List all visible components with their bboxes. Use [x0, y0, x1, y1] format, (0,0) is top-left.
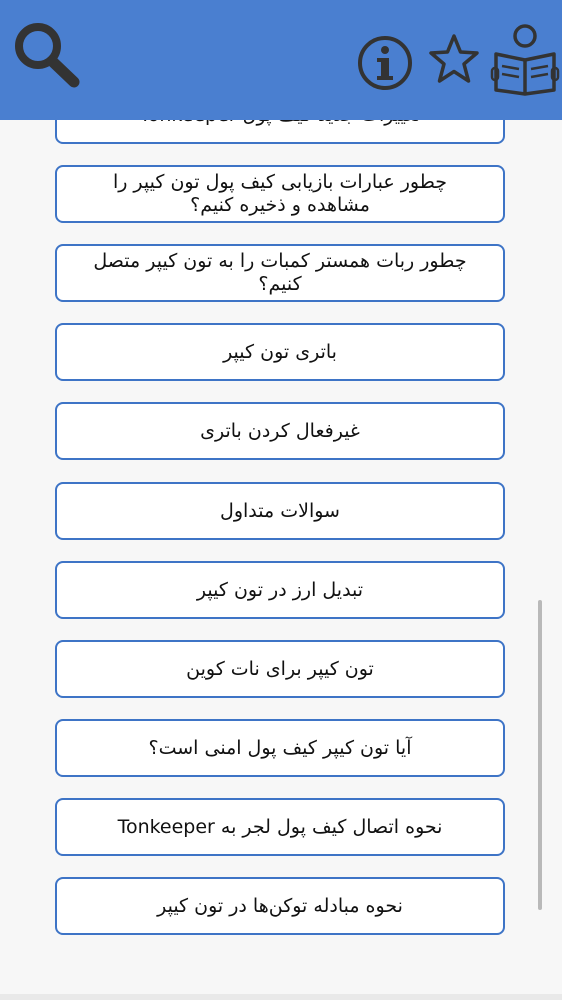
- list-item[interactable]: نحوه مبادله توکن‌ها در تون کیپر: [55, 877, 505, 935]
- search-icon[interactable]: [8, 18, 84, 90]
- list-item[interactable]: تبدیل ارز در تون کیپر: [55, 561, 505, 619]
- list-item[interactable]: آیا تون کیپر کیف پول امنی است؟: [55, 719, 505, 777]
- list-item[interactable]: تون کیپر برای نات کوین: [55, 640, 505, 698]
- list-item[interactable]: سوالات متداول: [55, 482, 505, 540]
- reader-book-icon[interactable]: [490, 22, 560, 96]
- list-item-label: باتری تون کیپر: [223, 340, 337, 363]
- bottom-edge: [0, 994, 562, 1000]
- star-icon[interactable]: [424, 30, 484, 90]
- info-icon[interactable]: [356, 34, 414, 92]
- list-item[interactable]: نحوه اتصال کیف پول لجر به Tonkeeper: [55, 798, 505, 856]
- scrollbar[interactable]: [538, 600, 542, 910]
- article-list: تغییرات جدید کیف پول Tonkeeper چطور عبار…: [0, 0, 562, 1000]
- list-item-label: چطور عبارات بازیابی کیف پول تون کیپر را …: [112, 171, 448, 216]
- list-item-label: چطور ربات همستر کمبات را به تون کیپر متص…: [93, 250, 467, 295]
- list-item[interactable]: چطور عبارات بازیابی کیف پول تون کیپر را …: [55, 165, 505, 223]
- list-item-label: نحوه مبادله توکن‌ها در تون کیپر: [157, 894, 403, 917]
- list-item-label: تبدیل ارز در تون کیپر: [196, 578, 364, 601]
- list-item-label: غیرفعال کردن باتری: [200, 419, 360, 442]
- app-header: [0, 0, 562, 120]
- list-item-label: آیا تون کیپر کیف پول امنی است؟: [148, 736, 412, 759]
- list-item[interactable]: غیرفعال کردن باتری: [55, 402, 505, 460]
- list-item-label: سوالات متداول: [220, 499, 340, 522]
- list-item-label: نحوه اتصال کیف پول لجر به Tonkeeper: [117, 815, 443, 838]
- list-item[interactable]: باتری تون کیپر: [55, 323, 505, 381]
- list-item-label: تون کیپر برای نات کوین: [186, 657, 374, 680]
- list-item[interactable]: چطور ربات همستر کمبات را به تون کیپر متص…: [55, 244, 505, 302]
